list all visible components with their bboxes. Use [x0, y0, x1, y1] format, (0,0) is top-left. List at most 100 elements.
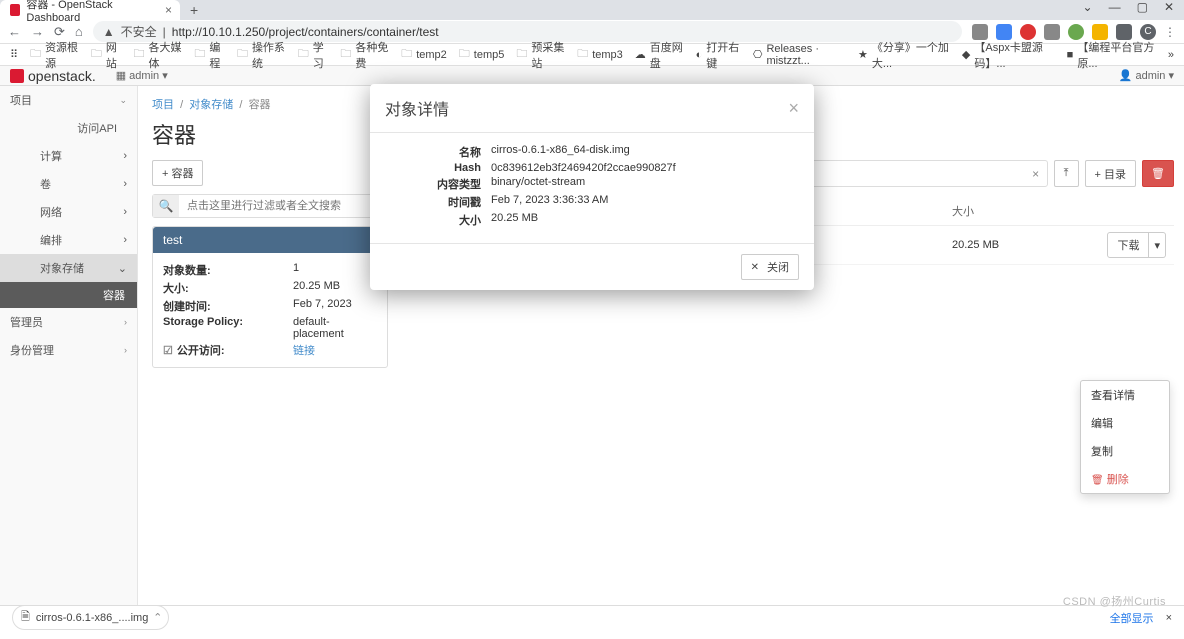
modal-content-type: binary/octet-stream: [491, 176, 799, 192]
close-download-bar-icon[interactable]: ×: [1166, 612, 1172, 624]
download-item[interactable]: 🗎 cirros-0.6.1-x86_....img ⌃: [12, 605, 169, 630]
container-search-input[interactable]: [179, 195, 387, 217]
object-size: 20.25 MB: [944, 226, 1084, 265]
bookmark-item[interactable]: ■ 【编程平台官方原...: [1067, 39, 1156, 71]
show-all-downloads[interactable]: 全部显示: [1110, 610, 1154, 626]
row-menu-toggle[interactable]: ▾: [1149, 232, 1166, 258]
bookmark-folder[interactable]: 🗀编程: [194, 39, 225, 71]
crumb-objectstore[interactable]: 对象存储: [189, 99, 233, 111]
sidebar-project[interactable]: 项目⌄: [0, 86, 137, 114]
menu-view-details[interactable]: 查看详情: [1081, 381, 1169, 409]
bookmarks-bar: ⠿ 🗀资源根源 🗀网站 🗀各大媒体 🗀编程 🗀操作系统 🗀学习 🗀各种免费 🗀t…: [0, 44, 1184, 66]
sidebar-api[interactable]: 访问API: [0, 114, 137, 142]
modal-name: cirros-0.6.1-x86_64-disk.img: [491, 144, 799, 160]
modal-close-icon[interactable]: ×: [788, 98, 799, 119]
window-controls: ⌄ — ▢ ✕: [1073, 0, 1184, 20]
download-button[interactable]: 下载: [1107, 232, 1149, 258]
file-icon: 🗎: [21, 608, 30, 627]
public-link[interactable]: 链接: [293, 342, 377, 358]
bookmark-item[interactable]: ☁ 百度网盘: [635, 39, 684, 71]
tab-favicon: [10, 4, 20, 16]
watermark: CSDN @扬州Curtis: [1063, 593, 1166, 609]
upload-button[interactable]: ⤒: [1054, 160, 1079, 187]
bookmark-folder[interactable]: 🗀预采集站: [516, 39, 565, 71]
col-size[interactable]: 大小: [944, 197, 1084, 226]
modal-hash: 0c839612eb3f2469420f2ccae990827f: [491, 162, 799, 174]
browser-tab[interactable]: 容器 - OpenStack Dashboard ×: [0, 0, 180, 20]
ext-icon[interactable]: [996, 24, 1012, 40]
overflow-icon[interactable]: »: [1168, 49, 1174, 61]
download-filename: cirros-0.6.1-x86_....img: [36, 612, 148, 624]
back-icon[interactable]: ←: [8, 24, 21, 40]
upload-icon: ⤒: [1064, 167, 1069, 180]
add-container-button[interactable]: + 容器: [152, 160, 203, 186]
bookmark-folder[interactable]: 🗀各种免费: [340, 39, 389, 71]
bookmark-item[interactable]: ◆ 【Aspx卡盟源码】...: [962, 39, 1055, 71]
modal-close-button[interactable]: 关闭: [741, 254, 799, 280]
bookmark-item[interactable]: ⎔ Releases · mistzzt...: [753, 43, 846, 67]
sidebar-containers[interactable]: 容器: [0, 282, 137, 308]
clear-search-icon[interactable]: ×: [1025, 161, 1047, 186]
puzzle-icon[interactable]: [1116, 24, 1132, 40]
bookmark-folder[interactable]: 🗀temp3: [577, 45, 623, 64]
bookmark-folder[interactable]: 🗀操作系统: [237, 39, 286, 71]
bookmark-folder[interactable]: 🗀学习: [298, 39, 329, 71]
new-tab-button[interactable]: +: [180, 0, 208, 20]
close-window-icon[interactable]: ✕: [1164, 0, 1174, 20]
add-folder-button[interactable]: + 目录: [1085, 160, 1136, 187]
ext-icon[interactable]: [1068, 24, 1084, 40]
maximize-icon[interactable]: ▢: [1137, 0, 1148, 20]
modal-title: 对象详情: [385, 96, 449, 120]
extension-icons: C ⋮: [972, 24, 1176, 40]
user-menu[interactable]: 👤 admin ▾: [1119, 69, 1174, 82]
sidebar-volumes[interactable]: 卷›: [0, 170, 137, 198]
minimize-icon[interactable]: —: [1109, 0, 1121, 20]
chevron-up-icon[interactable]: ⌃: [153, 611, 162, 624]
forward-icon[interactable]: →: [31, 24, 44, 40]
bookmark-item[interactable]: ◐ 打开右键: [696, 39, 741, 71]
container-panel: test 对象数量:1 大小:20.25 MB 创建时间:Feb 7, 2023…: [152, 226, 388, 368]
menu-delete[interactable]: 删除: [1081, 465, 1169, 493]
sidebar-object-store[interactable]: 对象存储⌄: [0, 254, 137, 282]
crumb-project[interactable]: 项目: [152, 99, 174, 111]
kebab-icon[interactable]: ⋮: [1164, 25, 1176, 39]
delete-container-button[interactable]: 🗑: [1142, 160, 1174, 187]
ext-icon[interactable]: [1092, 24, 1108, 40]
search-icon[interactable]: 🔍: [153, 195, 179, 217]
ext-icon[interactable]: [972, 24, 988, 40]
menu-edit[interactable]: 编辑: [1081, 409, 1169, 437]
sidebar-orchestration[interactable]: 编排›: [0, 226, 137, 254]
tab-close-icon[interactable]: ×: [165, 3, 172, 17]
bookmark-item[interactable]: ★ 《分享》一个加大...: [858, 39, 950, 71]
sidebar-network[interactable]: 网络›: [0, 198, 137, 226]
row-action-menu: 查看详情 编辑 复制 删除: [1080, 380, 1170, 494]
home-icon[interactable]: ⌂: [75, 24, 83, 40]
reload-icon[interactable]: ⟳: [54, 24, 65, 40]
profile-avatar[interactable]: C: [1140, 24, 1156, 40]
download-bar: 🗎 cirros-0.6.1-x86_....img ⌃ 全部显示 ×: [0, 605, 1184, 629]
logo-mark-icon: [10, 69, 24, 83]
bookmark-folder[interactable]: 🗀temp2: [401, 45, 447, 64]
sidebar-compute[interactable]: 计算›: [0, 142, 137, 170]
modal-size: 20.25 MB: [491, 212, 799, 228]
ublock-icon[interactable]: [1020, 24, 1036, 40]
openstack-logo[interactable]: openstack.: [10, 68, 96, 84]
crumb-current: 容器: [249, 99, 271, 111]
apps-icon[interactable]: ⠿: [10, 48, 18, 61]
sidebar-admin[interactable]: 管理员›: [0, 308, 137, 336]
url-text: http://10.10.1.250/project/containers/co…: [172, 25, 439, 39]
object-details-modal: 对象详情 × 名称cirros-0.6.1-x86_64-disk.img Ha…: [370, 84, 814, 290]
bookmark-folder[interactable]: 🗀temp5: [459, 45, 505, 64]
sidebar: 项目⌄ 访问API 计算› 卷› 网络› 编排› 对象存储⌄ 容器 管理员› 身…: [0, 86, 138, 619]
chevron-down-icon[interactable]: ⌄: [1083, 0, 1093, 20]
container-name[interactable]: test: [153, 227, 387, 253]
domain-selector[interactable]: ▦ admin ▾: [116, 69, 168, 82]
sidebar-identity[interactable]: 身份管理›: [0, 336, 137, 364]
bookmark-folder[interactable]: 🗀各大媒体: [134, 39, 183, 71]
bookmark-folder[interactable]: 🗀资源根源: [30, 39, 79, 71]
insecure-icon: ▲: [103, 25, 115, 39]
ext-icon[interactable]: [1044, 24, 1060, 40]
tab-title: 容器 - OpenStack Dashboard: [26, 0, 150, 24]
menu-copy[interactable]: 复制: [1081, 437, 1169, 465]
bookmark-folder[interactable]: 🗀网站: [91, 39, 122, 71]
